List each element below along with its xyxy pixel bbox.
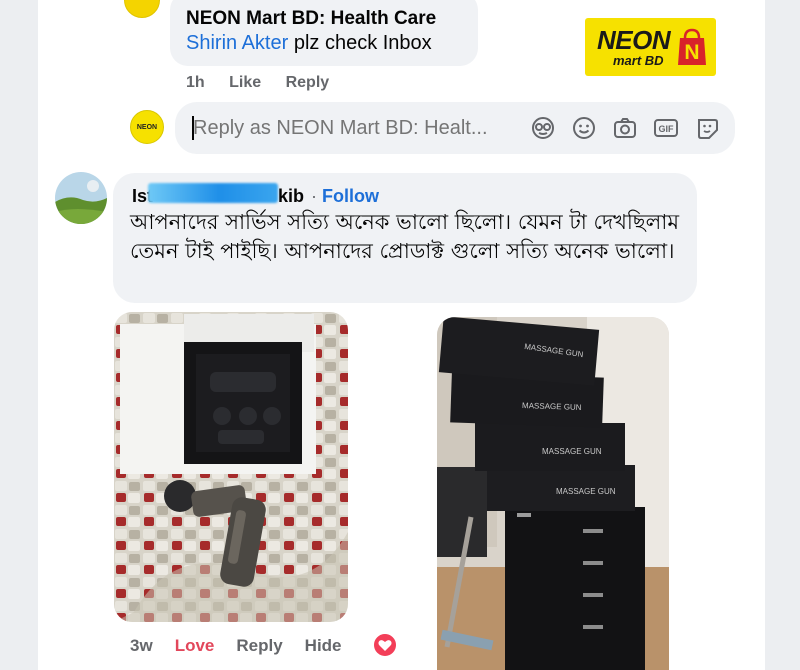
reply-input[interactable] <box>193 114 513 142</box>
composer-toolbar: GIF <box>529 114 721 142</box>
like-button[interactable]: Like <box>229 74 261 91</box>
logo-wordmark: NEON <box>597 25 671 55</box>
comment-time[interactable]: 1h <box>186 74 205 91</box>
name-redaction <box>148 183 278 203</box>
logo-subtitle: mart BD <box>613 53 664 68</box>
reply-button[interactable]: Reply <box>236 636 282 656</box>
box-label-3: MASSAGE GUN <box>542 447 602 456</box>
camera-icon[interactable] <box>611 114 639 142</box>
mention-link[interactable]: Shirin Akter <box>186 32 288 54</box>
composer-avatar: NEON <box>130 110 164 144</box>
avatar-sticker-icon[interactable] <box>693 114 721 142</box>
hide-button[interactable]: Hide <box>305 636 342 656</box>
comment-text: আপনাদের সার্ভিস সত্যি অনেক ভালো ছিলো। যে… <box>130 210 680 263</box>
comment-author[interactable]: NEON Mart BD: Health Care <box>186 8 436 30</box>
sticker-icon[interactable] <box>529 114 557 142</box>
shopping-bag-icon: N <box>678 28 706 65</box>
svg-text:GIF: GIF <box>659 124 675 134</box>
comment-actions-top: 1h Like Reply <box>186 74 349 92</box>
emoji-icon[interactable] <box>570 114 598 142</box>
follow-button[interactable]: Follow <box>322 186 379 207</box>
reply-composer[interactable]: GIF <box>175 102 735 154</box>
separator-dot: · <box>311 186 317 206</box>
love-button[interactable]: Love <box>175 636 215 656</box>
neon-mart-logo: NEON mart BD N <box>585 18 716 76</box>
comment-text-body: plz check Inbox <box>288 32 432 54</box>
comment-photo-boxes[interactable] <box>437 317 669 670</box>
comment-author-end[interactable]: kib <box>278 186 304 207</box>
comment-photo-massage-gun[interactable] <box>114 312 348 622</box>
svg-text:N: N <box>684 41 699 64</box>
comment-time[interactable]: 3w <box>130 636 153 656</box>
love-reaction-icon[interactable] <box>372 632 398 658</box>
reply-button[interactable]: Reply <box>286 74 330 91</box>
gif-icon[interactable]: GIF <box>652 114 680 142</box>
box-label-4: MASSAGE GUN <box>556 487 616 496</box>
user-avatar[interactable] <box>55 172 107 224</box>
comment-actions: 3w Love Reply Hide <box>130 636 364 656</box>
comment-text: Shirin Akter plz check Inbox <box>186 32 432 55</box>
